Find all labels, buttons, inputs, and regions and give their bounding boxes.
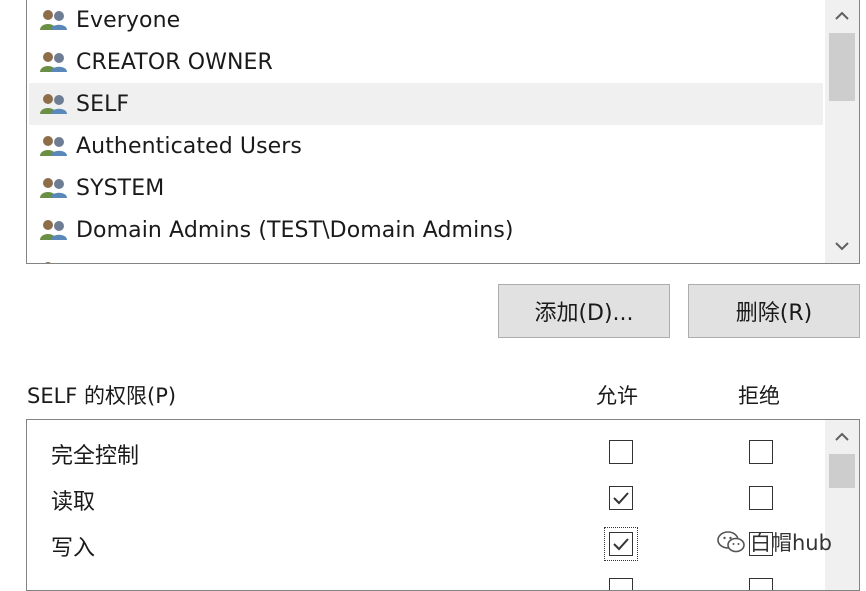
- permission-name: 读取: [51, 490, 96, 515]
- allow-checkbox[interactable]: [609, 532, 633, 556]
- wechat-icon: [716, 530, 746, 554]
- user-group-icon: [38, 50, 72, 74]
- checkmark-icon: [613, 492, 629, 505]
- permission-row-write: 写入: [27, 522, 825, 568]
- principal-item-authenticated-users[interactable]: Authenticated Users: [29, 125, 823, 167]
- principal-item-system[interactable]: SYSTEM: [29, 167, 823, 209]
- user-group-icon: [38, 176, 72, 200]
- user-group-icon: [38, 218, 72, 242]
- permission-row-partial: [27, 568, 825, 590]
- permission-row-read: 读取: [27, 476, 825, 522]
- scroll-up-icon[interactable]: [825, 0, 859, 33]
- allow-checkbox[interactable]: [609, 578, 633, 590]
- permissions-scrollbar[interactable]: [825, 420, 859, 590]
- principal-scrollbar[interactable]: [825, 0, 859, 263]
- watermark: 白帽hub: [716, 527, 832, 557]
- principal-label: Everyone: [76, 7, 181, 33]
- remove-button[interactable]: 删除(R): [688, 284, 860, 338]
- permissions-list[interactable]: 完全控制 读取 写入: [26, 419, 860, 591]
- user-group-icon: [38, 260, 72, 263]
- permissions-title: SELF 的权限(P): [27, 384, 177, 408]
- user-group-icon: [38, 92, 72, 116]
- deny-column-header: 拒绝: [738, 384, 780, 408]
- permission-row-full-control: 完全控制: [27, 430, 825, 476]
- scroll-thumb[interactable]: [829, 454, 855, 488]
- principal-label: SYSTEM: [76, 175, 165, 201]
- principal-list[interactable]: Everyone CREATOR OWNER SELF Authenticate…: [26, 0, 860, 264]
- principal-label: Authenticated Users: [76, 133, 302, 159]
- scroll-thumb[interactable]: [829, 33, 855, 101]
- deny-checkbox[interactable]: [749, 440, 773, 464]
- principal-item-self[interactable]: SELF: [29, 83, 823, 125]
- deny-checkbox[interactable]: [749, 578, 773, 590]
- principal-label: SELF: [76, 91, 130, 117]
- watermark-text: 白帽hub: [750, 531, 832, 555]
- principal-item-domain-admins[interactable]: Domain Admins (TEST\Domain Admins): [29, 209, 823, 251]
- permission-name: 完全控制: [51, 444, 140, 469]
- scroll-up-icon[interactable]: [825, 420, 859, 454]
- user-group-icon: [38, 134, 72, 158]
- checkmark-icon: [613, 538, 629, 551]
- principal-item-everyone[interactable]: Everyone: [29, 0, 823, 41]
- allow-checkbox[interactable]: [609, 486, 633, 510]
- principal-item-creator-owner[interactable]: CREATOR OWNER: [29, 41, 823, 83]
- principal-label: CREATOR OWNER: [76, 49, 273, 75]
- scroll-down-icon[interactable]: [825, 229, 859, 263]
- allow-checkbox[interactable]: [609, 440, 633, 464]
- principal-label: Domain Admins (TEST\Domain Admins): [76, 217, 514, 243]
- principal-item-partial[interactable]: [29, 251, 823, 263]
- permission-name: 写入: [51, 536, 96, 561]
- allow-column-header: 允许: [596, 384, 638, 408]
- deny-checkbox[interactable]: [749, 486, 773, 510]
- user-group-icon: [38, 8, 72, 32]
- add-button[interactable]: 添加(D)...: [498, 284, 670, 338]
